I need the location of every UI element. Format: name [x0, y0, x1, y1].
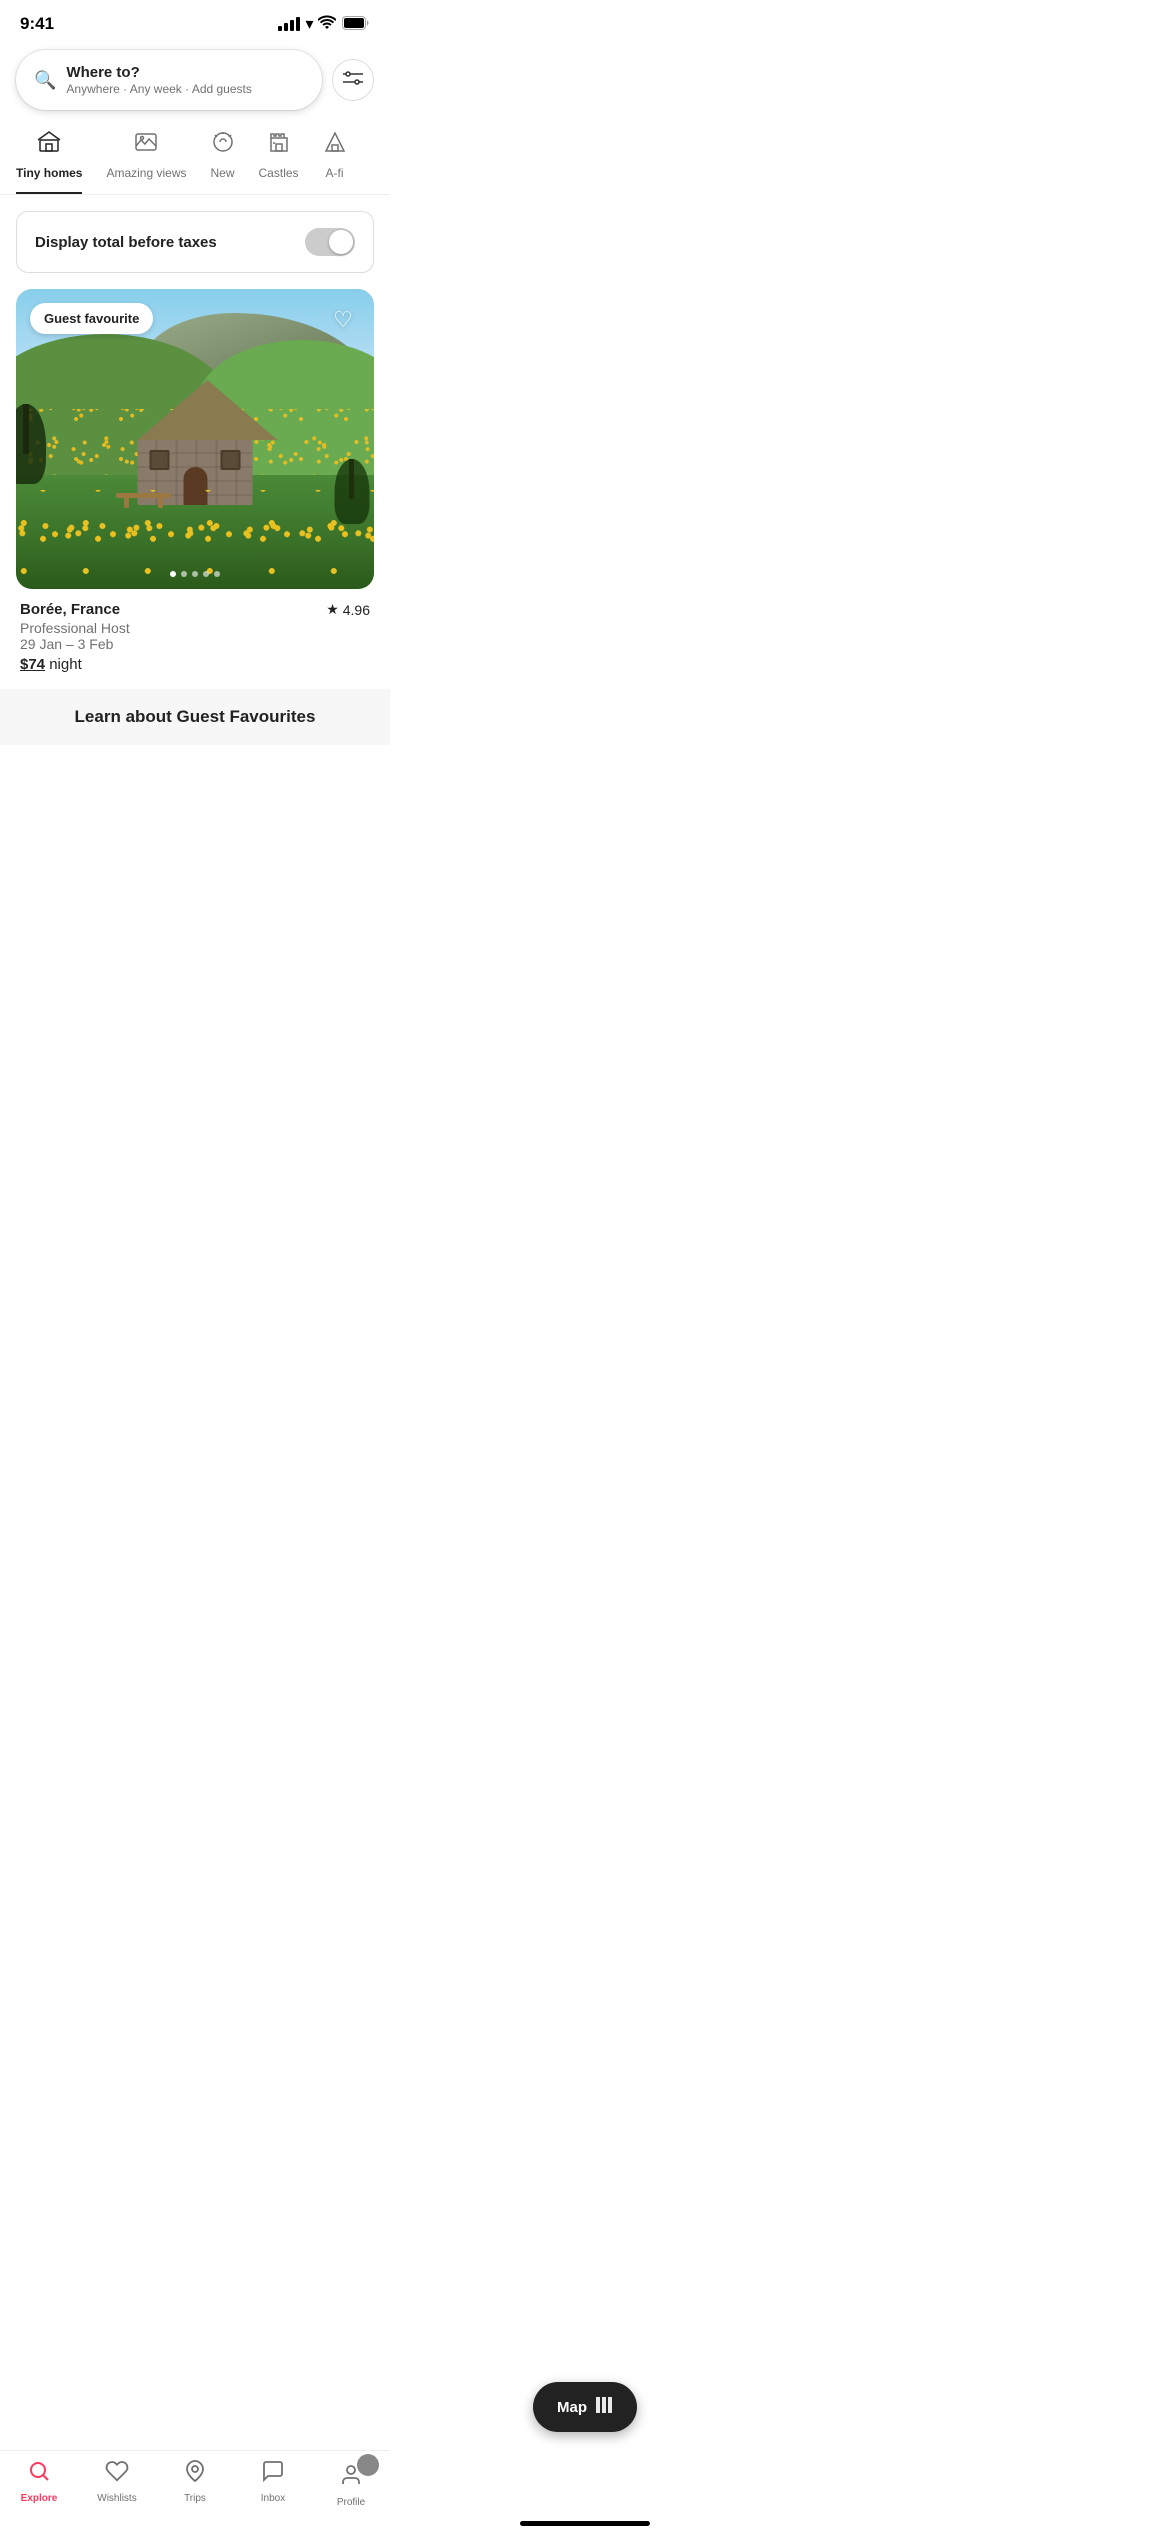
status-icons: ▾	[278, 14, 370, 34]
tab-label-amazing-views: Amazing views	[106, 166, 186, 180]
heart-icon: ♡	[333, 307, 353, 333]
star-icon: ★	[326, 601, 339, 618]
search-icon: 🔍	[34, 70, 56, 91]
battery-icon	[342, 16, 370, 33]
tab-label-tiny-homes: Tiny homes	[16, 166, 82, 180]
map-button[interactable]: Map	[533, 2382, 637, 2432]
nav-trips[interactable]: Trips	[165, 2459, 225, 2508]
nav-inbox-label: Inbox	[261, 2493, 285, 2504]
filter-icon	[343, 68, 363, 93]
tab-label-a-frames: A-fi	[326, 166, 344, 180]
rating-value: 4.96	[343, 602, 370, 618]
search-container: 🔍 Where to? Anywhere · Any week · Add gu…	[0, 42, 390, 122]
status-bar: 9:41 ▾	[0, 0, 390, 42]
guest-fav-banner[interactable]: Learn about Guest Favourites	[0, 689, 390, 745]
tab-castles[interactable]: Castles	[259, 122, 299, 194]
dot-5	[214, 571, 220, 577]
a-frames-icon	[323, 130, 347, 160]
tab-a-frames[interactable]: A-fi	[323, 122, 347, 194]
trips-icon	[183, 2459, 207, 2489]
tab-tiny-homes[interactable]: Tiny homes	[16, 122, 82, 194]
nav-explore[interactable]: Explore	[9, 2459, 69, 2508]
listing-dates: 29 Jan – 3 Feb	[20, 636, 370, 652]
price-unit: night	[49, 656, 82, 673]
toggle-knob	[329, 230, 353, 254]
signal-icon	[278, 17, 300, 31]
toggle-row: Display total before taxes	[16, 211, 374, 273]
search-sub-label: Anywhere · Any week · Add guests	[66, 82, 251, 96]
listing-info: Borée, France ★ 4.96 Professional Host 2…	[16, 589, 374, 681]
search-bar[interactable]: 🔍 Where to? Anywhere · Any week · Add gu…	[16, 50, 322, 110]
home-indicator	[520, 2521, 650, 2526]
listing-location: Borée, France	[20, 601, 120, 618]
map-button-wrap: Map	[533, 2382, 637, 2432]
status-time: 9:41	[20, 14, 54, 34]
profile-avatar	[357, 2454, 379, 2476]
category-tabs: Tiny homes Amazing views New	[0, 122, 390, 195]
amazing-views-icon	[134, 130, 158, 160]
new-icon	[211, 130, 235, 160]
toggle-switch[interactable]	[305, 228, 355, 256]
search-main-label: Where to?	[66, 64, 251, 81]
nav-inbox[interactable]: Inbox	[243, 2459, 303, 2508]
listing-price: $74 night	[20, 656, 370, 673]
wishlist-button[interactable]: ♡	[326, 303, 360, 337]
bottom-nav: Explore Wishlists Trips Inbox	[0, 2450, 390, 2532]
tiny-homes-icon	[37, 130, 61, 160]
nav-wishlists-label: Wishlists	[97, 2493, 136, 2504]
tab-label-castles: Castles	[259, 166, 299, 180]
map-icon	[595, 2396, 613, 2418]
dot-3	[192, 571, 198, 577]
dot-4	[203, 571, 209, 577]
castles-icon	[267, 130, 291, 160]
nav-wishlists[interactable]: Wishlists	[87, 2459, 147, 2508]
guest-favourite-badge: Guest favourite	[30, 303, 153, 334]
tab-new[interactable]: New	[211, 122, 235, 194]
price-amount: $74	[20, 656, 45, 673]
explore-icon	[27, 2459, 51, 2489]
filter-button[interactable]	[332, 59, 374, 101]
listing-card[interactable]: Guest favourite ♡ Borée, France ★	[16, 289, 374, 681]
nav-profile-label: Profile	[337, 2497, 365, 2508]
listing-host: Professional Host	[20, 620, 370, 636]
listing-image: Guest favourite ♡	[16, 289, 374, 589]
tab-amazing-views[interactable]: Amazing views	[106, 122, 186, 194]
wifi-icon: ▾	[306, 14, 336, 34]
dot-1	[170, 571, 176, 577]
search-text-group: Where to? Anywhere · Any week · Add gues…	[66, 64, 251, 96]
nav-trips-label: Trips	[184, 2493, 206, 2504]
map-label: Map	[557, 2399, 587, 2416]
listing-top-row: Borée, France ★ 4.96	[20, 601, 370, 618]
nav-profile[interactable]: Profile	[321, 2459, 381, 2508]
toggle-label: Display total before taxes	[35, 234, 217, 251]
dot-2	[181, 571, 187, 577]
image-dots	[170, 571, 220, 577]
wishlists-icon	[105, 2459, 129, 2489]
listing-rating: ★ 4.96	[326, 601, 370, 618]
inbox-icon	[261, 2459, 285, 2489]
tab-label-new: New	[211, 166, 235, 180]
nav-explore-label: Explore	[21, 2493, 58, 2504]
